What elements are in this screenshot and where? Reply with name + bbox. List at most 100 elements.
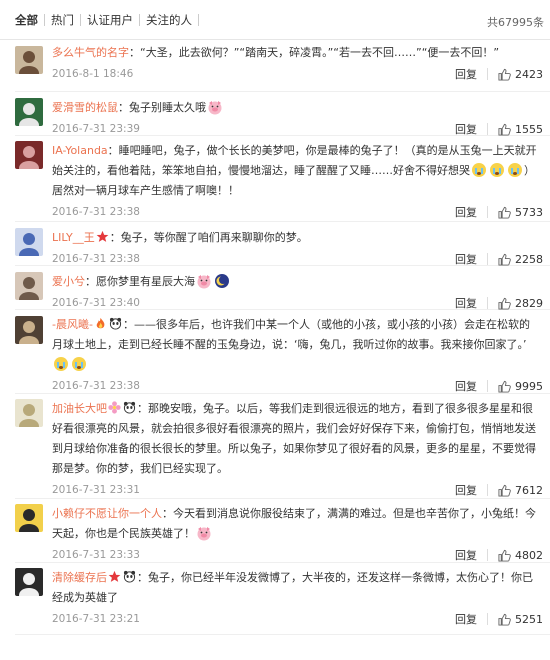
comment-timestamp: 2016-7-31 23:21 xyxy=(52,613,140,625)
username-separator: ： xyxy=(107,144,119,157)
comment-body: 兔子，等你醒了咱们再来聊聊你的梦。 xyxy=(120,231,308,244)
username-link[interactable]: 多么牛气的名字 xyxy=(52,46,129,59)
meta-divider xyxy=(487,380,488,392)
comment-body: 兔子别睡太久哦 xyxy=(129,101,206,114)
comment-list: 多么牛气的名字：“大圣，此去欲何？”“踏南天，碎凌霄。”“若一去不回……”“便一… xyxy=(0,40,550,635)
like-button[interactable]: 4802 xyxy=(498,549,543,562)
reply-button[interactable]: 回复 xyxy=(455,295,477,311)
thumbs-up-icon xyxy=(498,484,515,497)
like-count: 5733 xyxy=(515,205,543,219)
comment-meta: 2016-7-31 23:21 回复 5251 xyxy=(52,608,543,630)
cry-emoji-icon xyxy=(471,162,487,178)
pig-emoji-icon xyxy=(196,525,212,541)
avatar[interactable] xyxy=(15,228,43,256)
like-button[interactable]: 5733 xyxy=(498,205,543,219)
fire-badge-icon xyxy=(94,317,107,330)
avatar[interactable] xyxy=(15,46,43,74)
comment-item: -晨风曦- ：——很多年后，也许我们中某一个人（或他的小孩，或小孩的小孩）会走在松… xyxy=(15,310,550,394)
comment-content: 爱小兮：愿你梦里有星辰大海 2016-7-31 23:40 回复 2829 xyxy=(52,272,550,311)
tab-verified[interactable]: 认证用户 xyxy=(81,13,140,26)
meta-divider xyxy=(487,297,488,309)
flower-badge-icon xyxy=(108,401,121,414)
comment-item: 爱小兮：愿你梦里有星辰大海 2016-7-31 23:40 回复 2829 xyxy=(15,266,550,310)
comment-item: 加油长大吧 ：那晚安哦，兔子。以后，等我们走到很远很远的地方，看到了很多很多星星和… xyxy=(15,394,550,499)
avatar[interactable] xyxy=(15,141,43,169)
reply-button[interactable]: 回复 xyxy=(455,251,477,267)
comment-item: 清除缓存后 ：兔子，你已经半年没发微博了，大半夜的，还发这样一条微博，太伤心了！你… xyxy=(15,563,550,635)
comment-body: 睡吧睡吧，兔子，做个长长的美梦吧，你是最棒的兔子了！（真的是从玉兔一上天就开始关… xyxy=(52,144,537,177)
avatar[interactable] xyxy=(15,504,43,532)
tab-following[interactable]: 关注的人 xyxy=(140,13,199,26)
panda-badge-icon xyxy=(123,570,136,583)
panda-badge-icon xyxy=(109,317,122,330)
comment-content: 多么牛气的名字：“大圣，此去欲何？”“踏南天，碎凌霄。”“若一去不回……”“便一… xyxy=(52,43,550,91)
reply-button[interactable]: 回复 xyxy=(455,611,477,627)
meta-divider xyxy=(487,68,488,80)
comment-content: LILY__王 ：兔子，等你醒了咱们再来聊聊你的梦。 2016-7-31 23:38… xyxy=(52,228,550,267)
username-link[interactable]: LILY__王 xyxy=(52,231,95,244)
comment-content: 爱滑雪的松鼠：兔子别睡太久哦 2016-7-31 23:39 回复 1555 xyxy=(52,98,550,137)
comment-meta: 2016-8-1 18:46 回复 2423 xyxy=(52,63,543,85)
like-button[interactable]: 2423 xyxy=(498,67,543,81)
thumbs-up-icon xyxy=(498,613,515,626)
reply-button[interactable]: 回复 xyxy=(455,66,477,82)
like-button[interactable]: 2829 xyxy=(498,297,543,310)
avatar[interactable] xyxy=(15,316,43,344)
comment-body: “大圣，此去欲何？”“踏南天，碎凌霄。”“若一去不回……”“便一去不回！” xyxy=(140,46,500,59)
comment-meta: 2016-7-31 23:31 回复 7612 xyxy=(52,479,543,501)
thumbs-up-icon xyxy=(498,206,515,219)
like-button[interactable]: 7612 xyxy=(498,484,543,497)
username-link[interactable]: IA-Yolanda xyxy=(52,144,108,157)
username-link[interactable]: -晨风曦- xyxy=(52,318,93,331)
comment-item: IA-Yolanda：睡吧睡吧，兔子，做个长长的美梦吧，你是最棒的兔子了！（真的… xyxy=(15,136,550,222)
comment-timestamp: 2016-8-1 18:46 xyxy=(52,68,134,80)
like-count: 9995 xyxy=(515,379,543,393)
avatar[interactable] xyxy=(15,399,43,427)
comment-text: 加油长大吧 ：那晚安哦，兔子。以后，等我们走到很远很远的地方，看到了很多很多星星和… xyxy=(52,399,540,479)
avatar[interactable] xyxy=(15,568,43,596)
username-link[interactable]: 清除缓存后 xyxy=(52,571,107,584)
comment-item: 多么牛气的名字：“大圣，此去欲何？”“踏南天，碎凌霄。”“若一去不回……”“便一… xyxy=(15,40,550,92)
comment-item: LILY__王 ：兔子，等你醒了咱们再来聊聊你的梦。 2016-7-31 23:38… xyxy=(15,222,550,266)
thumbs-up-icon xyxy=(498,380,515,393)
reply-button[interactable]: 回复 xyxy=(455,121,477,137)
comment-content: 清除缓存后 ：兔子，你已经半年没发微博了，大半夜的，还发这样一条微博，太伤心了！你… xyxy=(52,568,550,634)
reply-button[interactable]: 回复 xyxy=(455,378,477,394)
comment-total-count: 共67995条 xyxy=(487,16,544,29)
like-button[interactable]: 1555 xyxy=(498,123,543,136)
avatar[interactable] xyxy=(15,272,43,300)
username-separator: ： xyxy=(129,46,140,59)
username-link[interactable]: 爱小兮 xyxy=(52,275,85,288)
comment-content: 小赖仔不愿让你一个人：今天看到消息说你服役结束了，满满的难过。但是也辛苦你了，小… xyxy=(52,504,550,562)
tab-all[interactable]: 全部 xyxy=(15,13,45,26)
meta-divider xyxy=(487,484,488,496)
meta-divider xyxy=(487,613,488,625)
comment-timestamp: 2016-7-31 23:31 xyxy=(52,484,140,496)
panda-badge-icon xyxy=(123,401,136,414)
comment-text: IA-Yolanda：睡吧睡吧，兔子，做个长长的美梦吧，你是最棒的兔子了！（真的… xyxy=(52,141,540,201)
username-link[interactable]: 爱滑雪的松鼠 xyxy=(52,101,118,114)
comment-content: 加油长大吧 ：那晚安哦，兔子。以后，等我们走到很远很远的地方，看到了很多很多星星和… xyxy=(52,399,550,498)
thumbs-up-icon xyxy=(498,297,515,310)
username-link[interactable]: 小赖仔不愿让你一个人 xyxy=(52,507,162,520)
avatar[interactable] xyxy=(15,98,43,126)
comment-filter-tabs: 全部 热门 认证用户 关注的人 共67995条 xyxy=(0,0,550,40)
comment-item: 小赖仔不愿让你一个人：今天看到消息说你服役结束了，满满的难过。但是也辛苦你了，小… xyxy=(15,499,550,563)
comment-timestamp: 2016-7-31 23:40 xyxy=(52,297,140,309)
reply-button[interactable]: 回复 xyxy=(455,547,477,563)
pig-emoji-icon xyxy=(196,273,212,289)
username-link[interactable]: 加油长大吧 xyxy=(52,402,107,415)
like-button[interactable]: 2258 xyxy=(498,253,543,266)
comment-text: -晨风曦- ：——很多年后，也许我们中某一个人（或他的小孩，或小孩的小孩）会走在松… xyxy=(52,315,540,375)
like-button[interactable]: 9995 xyxy=(498,379,543,393)
comment-text: 清除缓存后 ：兔子，你已经半年没发微博了，大半夜的，还发这样一条微博，太伤心了！你… xyxy=(52,568,540,608)
tab-hot[interactable]: 热门 xyxy=(45,13,81,26)
reply-button[interactable]: 回复 xyxy=(455,204,477,220)
like-button[interactable]: 5251 xyxy=(498,613,543,626)
like-count: 2423 xyxy=(515,67,543,81)
reply-button[interactable]: 回复 xyxy=(455,482,477,498)
comment-timestamp: 2016-7-31 23:33 xyxy=(52,549,140,561)
comment-timestamp: 2016-7-31 23:38 xyxy=(52,380,140,392)
comment-content: IA-Yolanda：睡吧睡吧，兔子，做个长长的美梦吧，你是最棒的兔子了！（真的… xyxy=(52,141,550,221)
thumbs-up-icon xyxy=(498,253,515,266)
